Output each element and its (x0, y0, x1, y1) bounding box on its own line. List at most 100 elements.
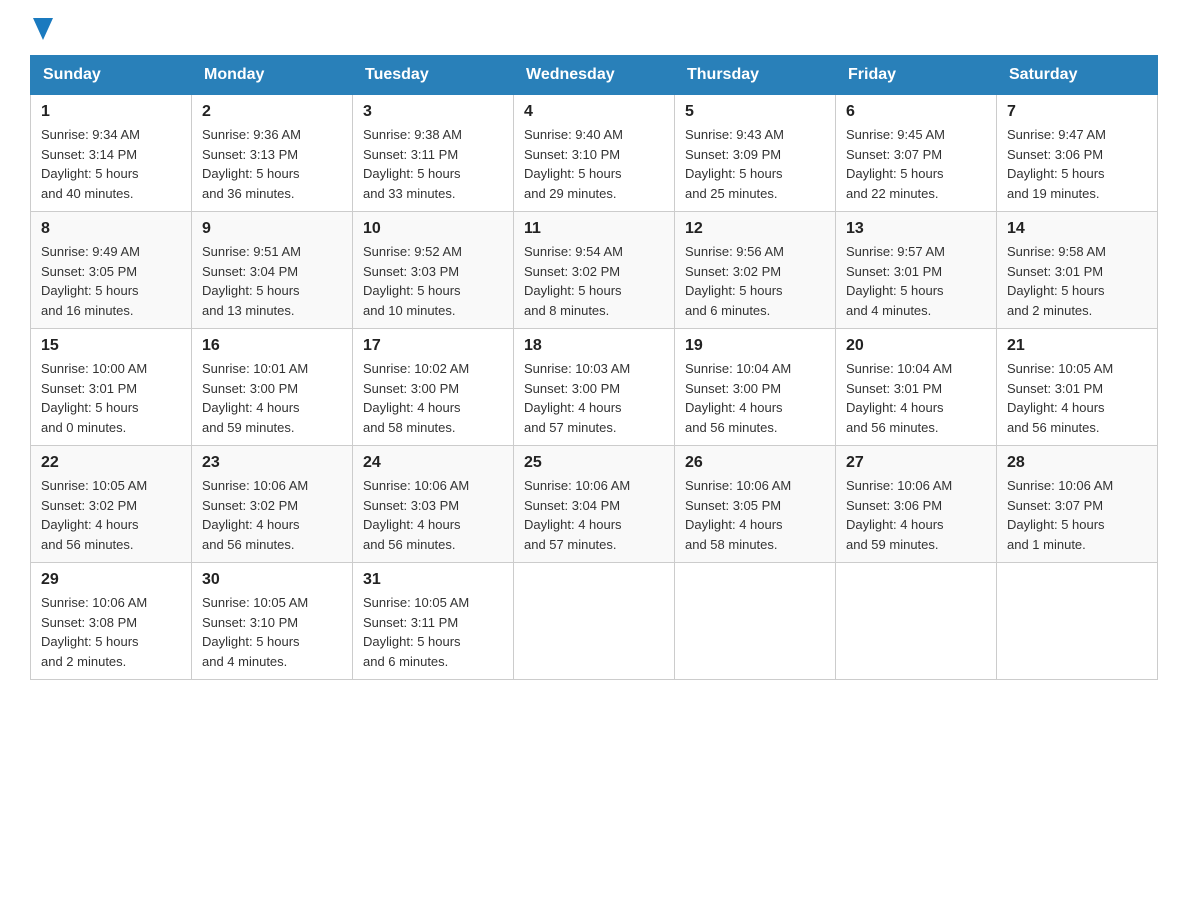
calendar-week-row: 22 Sunrise: 10:05 AMSunset: 3:02 PMDaylig… (31, 446, 1158, 563)
day-info: Sunrise: 9:36 AMSunset: 3:13 PMDaylight:… (202, 125, 342, 203)
day-info: Sunrise: 10:05 AMSunset: 3:02 PMDaylight… (41, 476, 181, 554)
calendar-cell (997, 563, 1158, 680)
day-info: Sunrise: 9:45 AMSunset: 3:07 PMDaylight:… (846, 125, 986, 203)
calendar-cell: 3 Sunrise: 9:38 AMSunset: 3:11 PMDaylight… (353, 95, 514, 212)
calendar-cell: 31Sunrise: 10:05 AMSunset: 3:11 PMDaylig… (353, 563, 514, 680)
day-number: 28 (1007, 454, 1147, 472)
calendar-week-row: 15 Sunrise: 10:00 AMSunset: 3:01 PMDaylig… (31, 329, 1158, 446)
day-info: Sunrise: 9:58 AMSunset: 3:01 PMDaylight:… (1007, 242, 1147, 320)
day-info: Sunrise: 9:52 AMSunset: 3:03 PMDaylight:… (363, 242, 503, 320)
calendar-cell: 30Sunrise: 10:05 AMSunset: 3:10 PMDaylig… (192, 563, 353, 680)
day-info: Sunrise: 10:05 AMSunset: 3:01 PMDaylight… (1007, 359, 1147, 437)
calendar-cell: 19 Sunrise: 10:04 AMSunset: 3:00 PMDaylig… (675, 329, 836, 446)
day-number: 13 (846, 220, 986, 238)
day-number: 26 (685, 454, 825, 472)
calendar-table: SundayMondayTuesdayWednesdayThursdayFrid… (30, 55, 1158, 680)
day-number: 24 (363, 454, 503, 472)
calendar-cell: 14Sunrise: 9:58 AMSunset: 3:01 PMDayligh… (997, 212, 1158, 329)
day-number: 29 (41, 571, 181, 589)
calendar-cell: 27 Sunrise: 10:06 AMSunset: 3:06 PMDaylig… (836, 446, 997, 563)
day-number: 25 (524, 454, 664, 472)
day-info: Sunrise: 10:06 AMSunset: 3:02 PMDaylight… (202, 476, 342, 554)
day-info: Sunrise: 9:56 AMSunset: 3:02 PMDaylight:… (685, 242, 825, 320)
calendar-cell (514, 563, 675, 680)
calendar-cell: 25 Sunrise: 10:06 AMSunset: 3:04 PMDaylig… (514, 446, 675, 563)
calendar-cell: 20Sunrise: 10:04 AMSunset: 3:01 PMDaylig… (836, 329, 997, 446)
day-number: 11 (524, 220, 664, 238)
page-header (30, 20, 1158, 40)
day-info: Sunrise: 9:54 AMSunset: 3:02 PMDaylight:… (524, 242, 664, 320)
day-number: 16 (202, 337, 342, 355)
day-number: 18 (524, 337, 664, 355)
calendar-cell: 4 Sunrise: 9:40 AMSunset: 3:10 PMDaylight… (514, 95, 675, 212)
calendar-week-row: 1 Sunrise: 9:34 AMSunset: 3:14 PMDaylight… (31, 95, 1158, 212)
day-info: Sunrise: 10:06 AMSunset: 3:08 PMDaylight… (41, 593, 181, 671)
calendar-cell: 17Sunrise: 10:02 AMSunset: 3:00 PMDaylig… (353, 329, 514, 446)
calendar-cell: 10 Sunrise: 9:52 AMSunset: 3:03 PMDayligh… (353, 212, 514, 329)
day-info: Sunrise: 9:43 AMSunset: 3:09 PMDaylight:… (685, 125, 825, 203)
calendar-week-row: 8Sunrise: 9:49 AMSunset: 3:05 PMDaylight… (31, 212, 1158, 329)
day-info: Sunrise: 10:01 AMSunset: 3:00 PMDaylight… (202, 359, 342, 437)
day-number: 5 (685, 103, 825, 121)
calendar-week-row: 29 Sunrise: 10:06 AMSunset: 3:08 PMDaylig… (31, 563, 1158, 680)
day-info: Sunrise: 10:03 AMSunset: 3:00 PMDaylight… (524, 359, 664, 437)
day-number: 4 (524, 103, 664, 121)
calendar-cell (675, 563, 836, 680)
logo (30, 20, 53, 40)
day-info: Sunrise: 9:38 AMSunset: 3:11 PMDaylight:… (363, 125, 503, 203)
calendar-header-row: SundayMondayTuesdayWednesdayThursdayFrid… (31, 56, 1158, 95)
calendar-cell: 8Sunrise: 9:49 AMSunset: 3:05 PMDaylight… (31, 212, 192, 329)
day-info: Sunrise: 10:04 AMSunset: 3:01 PMDaylight… (846, 359, 986, 437)
day-number: 7 (1007, 103, 1147, 121)
weekday-header-monday: Monday (192, 56, 353, 95)
calendar-cell: 22 Sunrise: 10:05 AMSunset: 3:02 PMDaylig… (31, 446, 192, 563)
weekday-header-wednesday: Wednesday (514, 56, 675, 95)
calendar-cell: 2 Sunrise: 9:36 AMSunset: 3:13 PMDaylight… (192, 95, 353, 212)
day-number: 21 (1007, 337, 1147, 355)
logo-arrow-icon (33, 18, 53, 40)
calendar-cell: 11 Sunrise: 9:54 AMSunset: 3:02 PMDayligh… (514, 212, 675, 329)
calendar-cell (836, 563, 997, 680)
calendar-cell: 28Sunrise: 10:06 AMSunset: 3:07 PMDaylig… (997, 446, 1158, 563)
day-info: Sunrise: 10:06 AMSunset: 3:04 PMDaylight… (524, 476, 664, 554)
calendar-cell: 15 Sunrise: 10:00 AMSunset: 3:01 PMDaylig… (31, 329, 192, 446)
day-number: 1 (41, 103, 181, 121)
day-info: Sunrise: 9:49 AMSunset: 3:05 PMDaylight:… (41, 242, 181, 320)
day-number: 3 (363, 103, 503, 121)
calendar-cell: 9Sunrise: 9:51 AMSunset: 3:04 PMDaylight… (192, 212, 353, 329)
day-number: 15 (41, 337, 181, 355)
day-number: 19 (685, 337, 825, 355)
weekday-header-thursday: Thursday (675, 56, 836, 95)
day-number: 27 (846, 454, 986, 472)
day-info: Sunrise: 9:40 AMSunset: 3:10 PMDaylight:… (524, 125, 664, 203)
calendar-cell: 29 Sunrise: 10:06 AMSunset: 3:08 PMDaylig… (31, 563, 192, 680)
day-number: 22 (41, 454, 181, 472)
day-number: 12 (685, 220, 825, 238)
day-number: 23 (202, 454, 342, 472)
weekday-header-sunday: Sunday (31, 56, 192, 95)
calendar-cell: 23 Sunrise: 10:06 AMSunset: 3:02 PMDaylig… (192, 446, 353, 563)
calendar-cell: 26Sunrise: 10:06 AMSunset: 3:05 PMDaylig… (675, 446, 836, 563)
day-number: 10 (363, 220, 503, 238)
day-info: Sunrise: 9:47 AMSunset: 3:06 PMDaylight:… (1007, 125, 1147, 203)
day-info: Sunrise: 10:05 AMSunset: 3:10 PMDaylight… (202, 593, 342, 671)
calendar-cell: 1 Sunrise: 9:34 AMSunset: 3:14 PMDaylight… (31, 95, 192, 212)
day-info: Sunrise: 9:57 AMSunset: 3:01 PMDaylight:… (846, 242, 986, 320)
calendar-cell: 24Sunrise: 10:06 AMSunset: 3:03 PMDaylig… (353, 446, 514, 563)
day-number: 17 (363, 337, 503, 355)
day-info: Sunrise: 10:00 AMSunset: 3:01 PMDaylight… (41, 359, 181, 437)
day-number: 6 (846, 103, 986, 121)
day-number: 2 (202, 103, 342, 121)
weekday-header-friday: Friday (836, 56, 997, 95)
day-info: Sunrise: 9:34 AMSunset: 3:14 PMDaylight:… (41, 125, 181, 203)
day-info: Sunrise: 10:05 AMSunset: 3:11 PMDaylight… (363, 593, 503, 671)
weekday-header-tuesday: Tuesday (353, 56, 514, 95)
calendar-cell: 13 Sunrise: 9:57 AMSunset: 3:01 PMDayligh… (836, 212, 997, 329)
day-info: Sunrise: 10:04 AMSunset: 3:00 PMDaylight… (685, 359, 825, 437)
weekday-header-saturday: Saturday (997, 56, 1158, 95)
day-info: Sunrise: 10:06 AMSunset: 3:06 PMDaylight… (846, 476, 986, 554)
calendar-cell: 7 Sunrise: 9:47 AMSunset: 3:06 PMDaylight… (997, 95, 1158, 212)
calendar-cell: 16 Sunrise: 10:01 AMSunset: 3:00 PMDaylig… (192, 329, 353, 446)
calendar-cell: 5 Sunrise: 9:43 AMSunset: 3:09 PMDaylight… (675, 95, 836, 212)
calendar-cell: 18 Sunrise: 10:03 AMSunset: 3:00 PMDaylig… (514, 329, 675, 446)
